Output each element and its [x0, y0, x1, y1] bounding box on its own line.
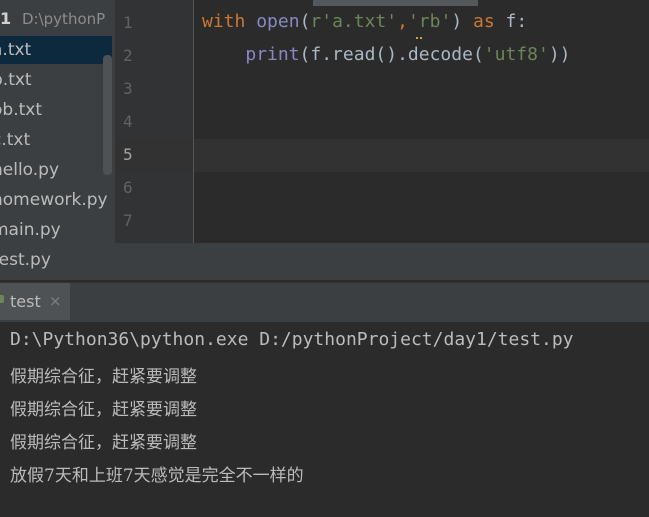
line-number: 3	[123, 79, 133, 98]
file-item-c-txt[interactable]: c.txt	[0, 126, 112, 154]
run-tabbar: test ×	[0, 282, 649, 323]
code-line-1: with open(r'a.txt','rb') as f:	[202, 11, 528, 32]
console-output-line: 假期综合征，赶紧要调整	[10, 367, 197, 387]
project-scrollbar[interactable]	[103, 55, 112, 175]
close-icon[interactable]: ×	[49, 292, 62, 310]
file-item-homework-py[interactable]: homework.py	[0, 186, 112, 214]
line-number: 4	[123, 112, 133, 131]
code-warning-marker[interactable]	[416, 34, 422, 39]
project-header-prefix: 1	[0, 9, 12, 28]
run-config-icon	[0, 295, 4, 303]
line-number-current: 5	[123, 145, 133, 164]
line-number: 7	[123, 211, 133, 230]
code-line-2: print(f.read().decode('utf8'))	[245, 44, 571, 65]
file-item-ob-txt[interactable]: ob.txt	[0, 96, 112, 124]
file-item-test-py[interactable]: test.py	[0, 246, 112, 274]
console-output-line: 放假7天和上班7天感觉是完全不一样的	[10, 466, 304, 486]
run-tab-label: test	[10, 292, 41, 311]
console-output-line: 假期综合征，赶紧要调整	[10, 400, 197, 420]
console-command-line: D:\Python36\python.exe D:/pythonProject/…	[10, 329, 574, 350]
editor-bottom-strip	[115, 243, 649, 280]
file-item-hello-py[interactable]: hello.py	[0, 156, 112, 184]
current-line-highlight	[193, 139, 649, 172]
project-header-path: D:\pythonP	[22, 10, 106, 28]
file-item-a-txt[interactable]: a.txt	[0, 36, 112, 64]
console-output-line: 假期综合征，赶紧要调整	[10, 433, 197, 453]
line-number-gutter: 1 2 3 4 5 6 7	[115, 0, 194, 243]
run-console[interactable]: D:\Python36\python.exe D:/pythonProject/…	[0, 322, 649, 517]
code-editor[interactable]: 1 2 3 4 5 6 7 with open(r'a.txt','rb') a…	[115, 0, 649, 280]
editor-horizontal-scroll-thumb[interactable]	[313, 0, 478, 6]
project-panel: 1 D:\pythonP a.txt b.txt ob.txt c.txt he…	[0, 0, 115, 280]
file-item-main-py[interactable]: main.py	[0, 216, 112, 244]
line-number: 6	[123, 178, 133, 197]
run-tab-test[interactable]: test ×	[0, 283, 70, 320]
file-item-b-txt[interactable]: b.txt	[0, 66, 112, 94]
line-number: 2	[123, 46, 133, 65]
line-number: 1	[123, 13, 133, 32]
